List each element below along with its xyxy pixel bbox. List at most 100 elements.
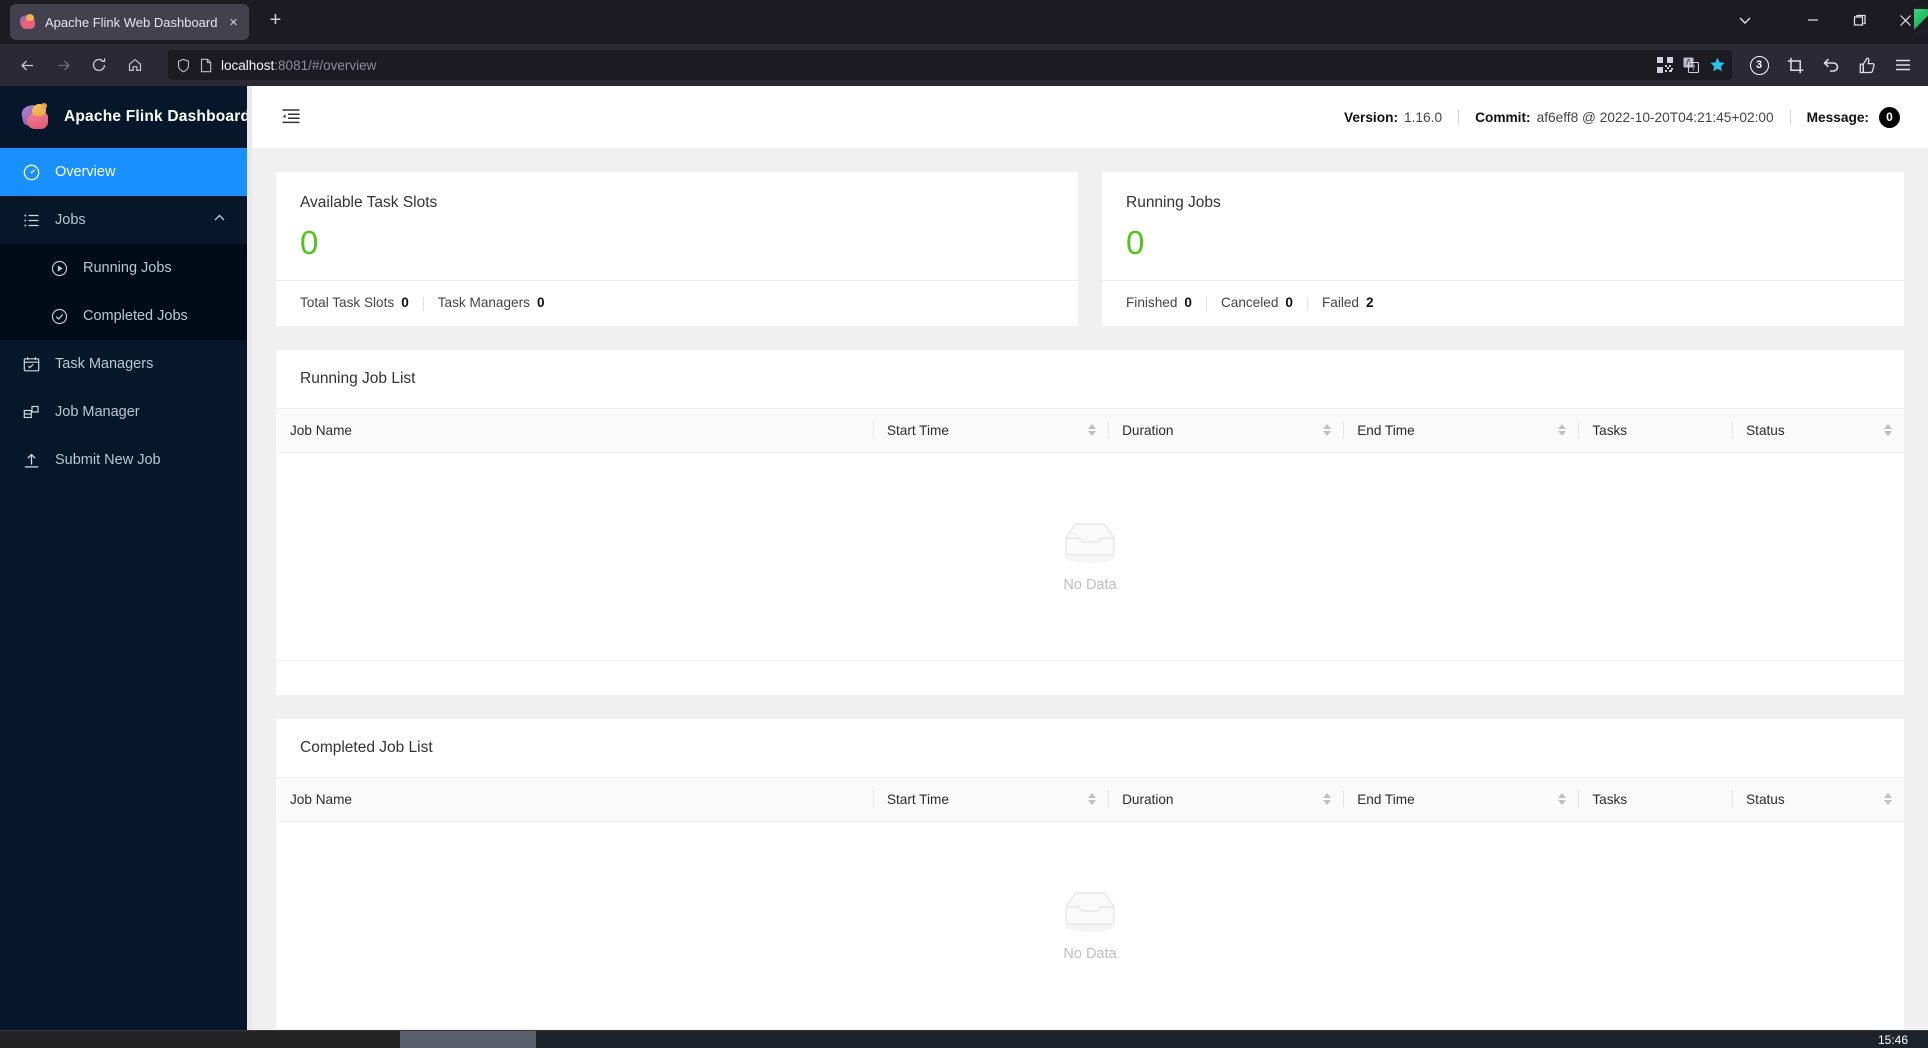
sidebar-item-job-manager[interactable]: Job Manager bbox=[0, 388, 252, 436]
sidebar-item-label: Submit New Job bbox=[55, 452, 161, 468]
task-managers-stat: Task Managers 0 bbox=[438, 295, 545, 310]
table-header-row: Job Name Start Time Duration End Time Ta… bbox=[276, 408, 1904, 453]
extensions-count-badge[interactable]: 3 bbox=[1744, 50, 1774, 80]
stat-value: 0 bbox=[1184, 294, 1192, 310]
sort-toggle[interactable] bbox=[1088, 424, 1097, 437]
new-tab-button[interactable]: + bbox=[261, 6, 289, 34]
taskbar-clock[interactable]: 15:46 bbox=[1878, 1033, 1928, 1047]
sidebar-brand[interactable]: Apache Flink Dashboard bbox=[0, 86, 252, 148]
sidebar-item-submit-new-job[interactable]: Submit New Job bbox=[0, 436, 252, 484]
taskbar-segment[interactable] bbox=[0, 1030, 400, 1048]
column-job-name[interactable]: Job Name bbox=[276, 408, 873, 453]
column-duration[interactable]: Duration bbox=[1108, 408, 1344, 453]
browser-tabstrip: Apache Flink Web Dashboard × + bbox=[0, 0, 1928, 44]
column-status[interactable]: Status bbox=[1732, 408, 1904, 453]
divider bbox=[1205, 297, 1207, 312]
sort-toggle[interactable] bbox=[1088, 793, 1097, 806]
taskbar-segment[interactable] bbox=[536, 1030, 1878, 1048]
taskbar-active-window[interactable] bbox=[400, 1030, 536, 1048]
column-end-time[interactable]: End Time bbox=[1343, 408, 1579, 453]
sort-toggle[interactable] bbox=[1558, 424, 1567, 437]
url-path: :8081/#/overview bbox=[274, 57, 377, 73]
browser-navbar: localhost:8081/#/overview A7 3 bbox=[0, 44, 1928, 86]
close-icon[interactable]: × bbox=[225, 15, 241, 30]
hamburger-menu-icon[interactable] bbox=[1888, 50, 1918, 80]
card-value: 0 bbox=[1126, 224, 1145, 261]
menu-fold-icon[interactable] bbox=[278, 104, 304, 130]
column-tasks[interactable]: Tasks bbox=[1578, 777, 1733, 822]
sidebar-item-running-jobs[interactable]: Running Jobs bbox=[0, 244, 252, 292]
column-tasks[interactable]: Tasks bbox=[1578, 408, 1733, 453]
column-start-time[interactable]: Start Time bbox=[872, 408, 1109, 453]
commit-label: Commit: bbox=[1475, 109, 1531, 125]
url-bar-actions: A7 bbox=[1657, 50, 1726, 80]
panel-title: Running Job List bbox=[276, 350, 1904, 409]
divider bbox=[1306, 297, 1308, 312]
running-job-empty-state: No Data bbox=[276, 453, 1904, 661]
minimize-icon[interactable] bbox=[1790, 0, 1836, 40]
sort-toggle[interactable] bbox=[1884, 793, 1892, 806]
sort-toggle[interactable] bbox=[1323, 793, 1332, 806]
card-footer: Total Task Slots 0 Task Managers 0 bbox=[276, 281, 1078, 326]
translate-icon[interactable]: A7 bbox=[1683, 57, 1699, 73]
maximize-icon[interactable] bbox=[1836, 0, 1882, 40]
bookmark-star-icon[interactable] bbox=[1709, 57, 1726, 74]
url-bar[interactable]: localhost:8081/#/overview A7 bbox=[168, 50, 1732, 80]
completed-job-list-panel: Completed Job List Job Name Start Time D… bbox=[276, 718, 1904, 1030]
empty-label: No Data bbox=[1063, 576, 1117, 593]
reload-icon[interactable] bbox=[82, 49, 116, 81]
page-info-icon[interactable] bbox=[199, 58, 213, 73]
app-topbar: Version: 1.16.0 Commit: af6eff8 @ 2022-1… bbox=[252, 86, 1928, 148]
screenshot-crop-icon[interactable] bbox=[1780, 50, 1810, 80]
window-controls bbox=[1722, 0, 1928, 40]
browser-tab[interactable]: Apache Flink Web Dashboard × bbox=[10, 4, 250, 40]
sidebar-item-task-managers[interactable]: Task Managers bbox=[0, 340, 252, 388]
running-jobs-card: Running Jobs 0 Finished 0 Canceled 0 Fai… bbox=[1102, 172, 1904, 326]
sidebar-scrollbar[interactable] bbox=[247, 86, 252, 1030]
sidebar-item-label: Overview bbox=[55, 164, 116, 180]
column-duration[interactable]: Duration bbox=[1108, 777, 1344, 822]
stat-value: 0 bbox=[536, 294, 545, 310]
back-arrow-icon[interactable] bbox=[10, 49, 44, 81]
sidebar-item-label: Completed Jobs bbox=[83, 308, 188, 324]
column-start-time[interactable]: Start Time bbox=[872, 777, 1109, 822]
column-status[interactable]: Status bbox=[1732, 777, 1904, 822]
tracking-protection-icon[interactable] bbox=[176, 58, 191, 73]
sort-toggle[interactable] bbox=[1323, 424, 1332, 437]
upload-icon bbox=[22, 451, 40, 469]
undo-arrow-icon[interactable] bbox=[1816, 50, 1846, 80]
tab-title: Apache Flink Web Dashboard bbox=[45, 14, 218, 30]
panel-title: Completed Job List bbox=[276, 719, 1904, 778]
sidebar-item-jobs[interactable]: Jobs bbox=[0, 196, 252, 244]
sidebar-item-overview[interactable]: Overview bbox=[0, 148, 252, 196]
stat-value: 0 bbox=[401, 294, 409, 310]
commit-value: af6eff8 @ 2022-10-20T04:21:45+02:00 bbox=[1536, 109, 1774, 125]
tab-list-chevron-icon[interactable] bbox=[1722, 0, 1768, 40]
divider bbox=[422, 297, 424, 312]
os-taskbar: 15:46 bbox=[0, 1030, 1928, 1048]
sort-toggle[interactable] bbox=[1884, 424, 1892, 437]
column-end-time[interactable]: End Time bbox=[1343, 777, 1579, 822]
column-job-name[interactable]: Job Name bbox=[276, 777, 873, 822]
flink-squirrel-icon bbox=[20, 13, 37, 31]
home-icon[interactable] bbox=[118, 49, 152, 81]
forward-arrow-icon[interactable] bbox=[46, 49, 80, 81]
completed-job-empty-state: No Data bbox=[276, 822, 1904, 1030]
sidebar-item-completed-jobs[interactable]: Completed Jobs bbox=[0, 292, 252, 340]
qr-code-icon[interactable] bbox=[1657, 57, 1673, 73]
sort-toggle[interactable] bbox=[1558, 793, 1567, 806]
sidebar-item-label: Task Managers bbox=[55, 356, 154, 372]
card-value: 0 bbox=[300, 224, 319, 261]
stat-label: Canceled bbox=[1220, 294, 1279, 310]
chevron-up-icon[interactable] bbox=[213, 212, 226, 229]
panel-footer bbox=[276, 661, 1904, 695]
running-job-table: Job Name Start Time Duration End Time Ta… bbox=[276, 408, 1904, 453]
save-to-pocket-icon[interactable] bbox=[1852, 50, 1882, 80]
list-icon bbox=[22, 211, 40, 229]
message-count-badge[interactable]: 0 bbox=[1879, 106, 1900, 128]
stat-label: Finished bbox=[1126, 294, 1178, 310]
sidebar: Apache Flink Dashboard Overview Jobs Run… bbox=[0, 86, 252, 1030]
background-window-sliver bbox=[1914, 6, 1928, 36]
stat-label: Failed bbox=[1321, 294, 1359, 310]
svg-text:7: 7 bbox=[1692, 66, 1696, 73]
